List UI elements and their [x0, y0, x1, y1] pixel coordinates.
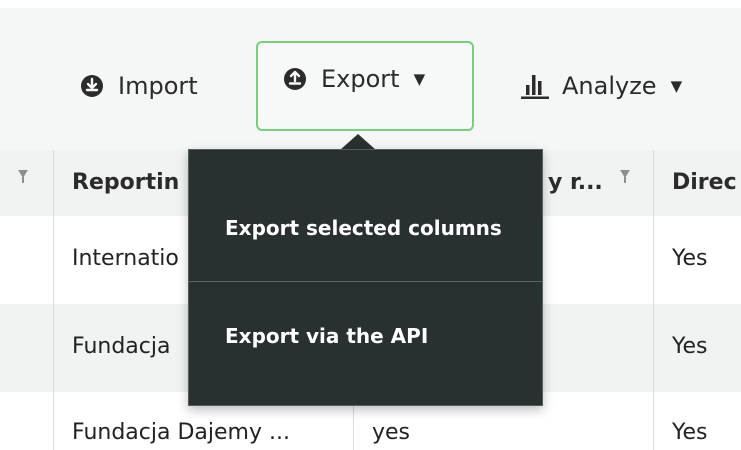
filter-icon-stem — [624, 177, 626, 183]
column-divider — [53, 150, 54, 216]
table-cell: yes — [372, 420, 411, 445]
analyze-button[interactable]: Analyze ▼ — [520, 72, 682, 100]
menu-item-export-selected-columns[interactable]: Export selected columns — [225, 216, 502, 240]
column-header-reporting[interactable]: Reportin — [72, 170, 179, 195]
menu-divider — [189, 281, 542, 282]
table-cell: Yes — [672, 334, 708, 359]
import-label: Import — [118, 72, 198, 100]
upload-circle-icon — [284, 68, 306, 90]
table-cell: Internatio — [72, 246, 179, 271]
column-header-direct[interactable]: Direc — [672, 170, 737, 195]
column-divider — [53, 392, 54, 450]
import-button[interactable]: Import — [80, 72, 198, 100]
export-button[interactable]: Export ▼ — [256, 41, 474, 131]
column-divider — [53, 216, 54, 304]
chevron-down-icon: ▼ — [670, 77, 683, 95]
table-cell: Yes — [672, 420, 708, 445]
table-cell: Fundacja Dajemy ... — [72, 420, 290, 445]
top-strip — [0, 0, 741, 8]
table-cell: Yes — [672, 246, 708, 271]
toolbar: Import Export ▼ Analyze ▼ — [0, 8, 741, 150]
export-dropdown-menu: Export selected columns Export via the A… — [188, 149, 543, 406]
filter-icon-stem — [22, 177, 24, 183]
download-circle-icon — [81, 75, 103, 97]
column-divider — [653, 392, 654, 450]
column-header-type[interactable]: y r... — [548, 170, 603, 195]
export-button-content: Export ▼ — [283, 65, 425, 93]
column-divider — [653, 304, 654, 392]
menu-item-export-via-api[interactable]: Export via the API — [225, 324, 428, 348]
dropdown-arrow — [340, 134, 376, 150]
table-cell: Fundacja — [72, 334, 171, 359]
column-divider — [53, 304, 54, 392]
analyze-label: Analyze — [562, 72, 657, 100]
export-label: Export — [321, 65, 400, 93]
column-divider — [653, 150, 654, 216]
chevron-down-icon: ▼ — [413, 70, 426, 88]
column-divider — [653, 216, 654, 304]
bar-chart-icon — [521, 75, 549, 99]
